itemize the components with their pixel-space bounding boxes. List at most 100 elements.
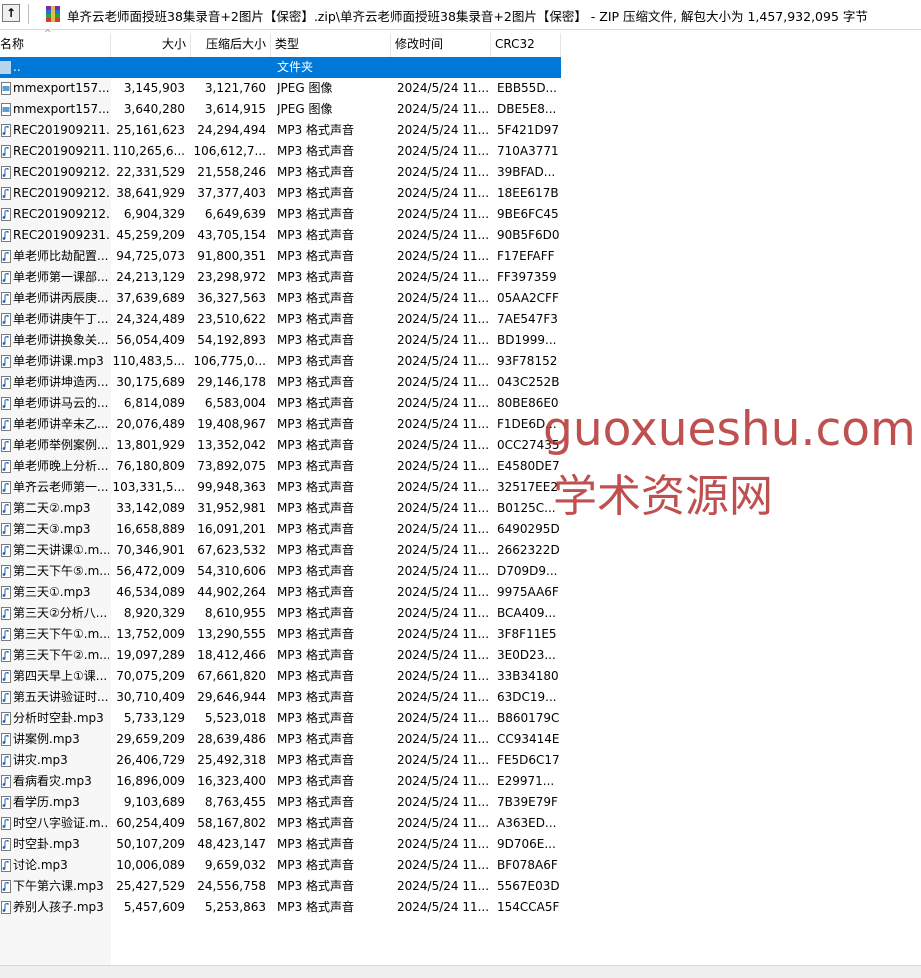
file-row[interactable]: 看学历.mp3 9,103,689 8,763,455 MP3 格式声音 2024/5/…	[0, 792, 561, 813]
file-row[interactable]: 第三天下午①.m... 13,752,009 13,290,555 MP3 格式声音 2…	[0, 624, 561, 645]
audio-file-icon	[1, 544, 11, 557]
file-type: JPEG 图像	[277, 102, 333, 116]
file-modified: 2024/5/24 11...	[397, 354, 489, 368]
zip-archive-icon	[46, 6, 60, 22]
file-packed-size: 54,192,893	[197, 333, 266, 347]
column-header: 名称 大小 压缩后大小 类型 修改时间 CRC32	[0, 33, 561, 57]
file-modified: 2024/5/24 11...	[397, 564, 489, 578]
file-row[interactable]: 单老师举例案例... 13,801,929 13,352,042 MP3 格式声音 20…	[0, 435, 561, 456]
file-name: 讲案例.mp3	[13, 732, 80, 746]
column-size[interactable]: 大小	[111, 33, 191, 57]
file-row[interactable]: REC201909211... 110,265,6... 106,612,7... M…	[0, 141, 561, 162]
audio-file-icon	[1, 355, 11, 368]
file-row[interactable]: 第三天下午②.m... 19,097,289 18,412,466 MP3 格式声音 2…	[0, 645, 561, 666]
file-row[interactable]: 讲案例.mp3 29,659,209 28,639,486 MP3 格式声音 2024/…	[0, 729, 561, 750]
file-type: MP3 格式声音	[277, 900, 355, 914]
file-row[interactable]: 养别人孩子.mp3 5,457,609 5,253,863 MP3 格式声音 2024/…	[0, 897, 561, 918]
file-crc32: 9975AA6F	[497, 585, 559, 599]
file-packed-size: 106,612,7...	[193, 144, 266, 158]
file-crc32: 6490295D	[497, 522, 559, 536]
file-size: 50,107,209	[116, 837, 185, 851]
file-row[interactable]: 第二天讲课①.m... 70,346,901 67,623,532 MP3 格式声音 2…	[0, 540, 561, 561]
file-row[interactable]: 时空八字验证.m... 60,254,409 58,167,802 MP3 格式声音 2…	[0, 813, 561, 834]
file-packed-size: 8,763,455	[204, 795, 266, 809]
file-type: MP3 格式声音	[277, 144, 355, 158]
up-folder-icon[interactable]: ↑	[2, 4, 20, 22]
file-packed-size: 6,649,639	[204, 207, 266, 221]
file-size: 45,259,209	[116, 228, 185, 242]
file-row[interactable]: REC201909231... 45,259,209 43,705,154 MP3 格…	[0, 225, 561, 246]
file-name: mmexport157...	[13, 102, 109, 116]
file-modified: 2024/5/24 11...	[397, 144, 489, 158]
file-row[interactable]: 单老师讲换象关... 56,054,409 54,192,893 MP3 格式声音 20…	[0, 330, 561, 351]
file-crc32: 710A3771	[497, 144, 559, 158]
file-size: 10,006,089	[116, 858, 185, 872]
watermark-title: 学术资源网	[553, 471, 773, 522]
file-name: REC201909211...	[13, 144, 109, 158]
file-modified: 2024/5/24 11...	[397, 186, 489, 200]
file-size: 6,904,329	[123, 207, 185, 221]
parent-folder-row[interactable]: .. 文件夹	[0, 57, 561, 78]
file-row[interactable]: mmexport157... 3,640,280 3,614,915 JPEG 图像 2…	[0, 99, 561, 120]
file-row[interactable]: 单老师晚上分析... 76,180,809 73,892,075 MP3 格式声音 20…	[0, 456, 561, 477]
file-type: MP3 格式声音	[277, 816, 355, 830]
file-row[interactable]: REC201909212... 6,904,329 6,649,639 MP3 格式声…	[0, 204, 561, 225]
file-modified: 2024/5/24 11...	[397, 522, 489, 536]
file-row[interactable]: REC201909212... 38,641,929 37,377,403 MP3 格…	[0, 183, 561, 204]
file-row[interactable]: 单老师讲马云的... 6,814,089 6,583,004 MP3 格式声音 2024…	[0, 393, 561, 414]
file-modified: 2024/5/24 11...	[397, 585, 489, 599]
audio-file-icon	[1, 817, 11, 830]
file-packed-size: 19,408,967	[197, 417, 266, 431]
file-packed-size: 9,659,032	[204, 858, 266, 872]
file-packed-size: 3,121,760	[204, 81, 266, 95]
column-type[interactable]: 类型	[271, 33, 391, 57]
file-row[interactable]: 单老师比劫配置... 94,725,073 91,800,351 MP3 格式声音 20…	[0, 246, 561, 267]
file-row[interactable]: 第二天③.mp3 16,658,889 16,091,201 MP3 格式声音 2024…	[0, 519, 561, 540]
file-row[interactable]: 单齐云老师第一... 103,331,5... 99,948,363 MP3 格式声音…	[0, 477, 561, 498]
file-row[interactable]: mmexport157... 3,145,903 3,121,760 JPEG 图像 2…	[0, 78, 561, 99]
file-row[interactable]: 单老师讲庚午丁... 24,324,489 23,510,622 MP3 格式声音 20…	[0, 309, 561, 330]
file-crc32: E4580DE7	[497, 459, 559, 473]
file-row[interactable]: 讨论.mp3 10,006,089 9,659,032 MP3 格式声音 2024/5/…	[0, 855, 561, 876]
file-modified: 2024/5/24 11...	[397, 627, 489, 641]
file-packed-size: 6,583,004	[204, 396, 266, 410]
file-row[interactable]: 单老师第一课部... 24,213,129 23,298,972 MP3 格式声音 20…	[0, 267, 561, 288]
file-row[interactable]: 第二天下午⑤.m... 56,472,009 54,310,606 MP3 格式声音 2…	[0, 561, 561, 582]
file-row[interactable]: 第五天讲验证时... 30,710,409 29,646,944 MP3 格式声音 20…	[0, 687, 561, 708]
file-row[interactable]: 单老师讲辛未乙... 20,076,489 19,408,967 MP3 格式声音 20…	[0, 414, 561, 435]
file-crc32: 3E0D23...	[497, 648, 556, 662]
file-packed-size: 106,775,0...	[193, 354, 266, 368]
file-row[interactable]: 第四天早上①课... 70,075,209 67,661,820 MP3 格式声音 20…	[0, 666, 561, 687]
column-packed-size[interactable]: 压缩后大小	[191, 33, 271, 57]
file-name: 单老师晚上分析...	[13, 459, 109, 473]
column-modified[interactable]: 修改时间	[391, 33, 491, 57]
file-row[interactable]: 第三天①.mp3 46,534,089 44,902,264 MP3 格式声音 2024…	[0, 582, 561, 603]
file-packed-size: 36,327,563	[197, 291, 266, 305]
file-crc32: 043C252B	[497, 375, 559, 389]
column-name[interactable]: 名称	[0, 33, 111, 57]
file-row[interactable]: 讲灾.mp3 26,406,729 25,492,318 MP3 格式声音 2024/5…	[0, 750, 561, 771]
audio-file-icon	[1, 670, 11, 683]
file-row[interactable]: 单老师讲课.mp3 110,483,5... 106,775,0... MP3 格式声…	[0, 351, 561, 372]
file-row[interactable]: 第三天②分析八... 8,920,329 8,610,955 MP3 格式声音 2024…	[0, 603, 561, 624]
file-type: MP3 格式声音	[277, 417, 355, 431]
file-row[interactable]: 看病看灾.mp3 16,896,009 16,323,400 MP3 格式声音 2024…	[0, 771, 561, 792]
column-crc32[interactable]: CRC32	[491, 33, 561, 57]
file-row[interactable]: 分析时空卦.mp3 5,733,129 5,523,018 MP3 格式声音 2024/…	[0, 708, 561, 729]
file-row[interactable]: 单老师讲坤造丙... 30,175,689 29,146,178 MP3 格式声音 20…	[0, 372, 561, 393]
file-modified: 2024/5/24 11...	[397, 690, 489, 704]
file-row[interactable]: 第二天②.mp3 33,142,089 31,952,981 MP3 格式声音 2024…	[0, 498, 561, 519]
file-row[interactable]: 时空卦.mp3 50,107,209 48,423,147 MP3 格式声音 2024/…	[0, 834, 561, 855]
file-row[interactable]: REC201909211... 25,161,623 24,294,494 MP3 格…	[0, 120, 561, 141]
file-row[interactable]: 单老师讲丙辰庚... 37,639,689 36,327,563 MP3 格式声音 20…	[0, 288, 561, 309]
file-type: MP3 格式声音	[277, 690, 355, 704]
audio-file-icon	[1, 250, 11, 263]
file-name: 看病看灾.mp3	[13, 774, 92, 788]
file-size: 56,472,009	[116, 564, 185, 578]
file-row[interactable]: 下午第六课.mp3 25,427,529 24,556,758 MP3 格式声音 202…	[0, 876, 561, 897]
file-row[interactable]: REC201909212... 22,331,529 21,558,246 MP3 格…	[0, 162, 561, 183]
audio-file-icon	[1, 712, 11, 725]
file-modified: 2024/5/24 11...	[397, 837, 489, 851]
file-modified: 2024/5/24 11...	[397, 207, 489, 221]
archive-path[interactable]: 单齐云老师面授班38集录音+2图片【保密】.zip\单齐云老师面授班38集录音+…	[67, 6, 868, 25]
